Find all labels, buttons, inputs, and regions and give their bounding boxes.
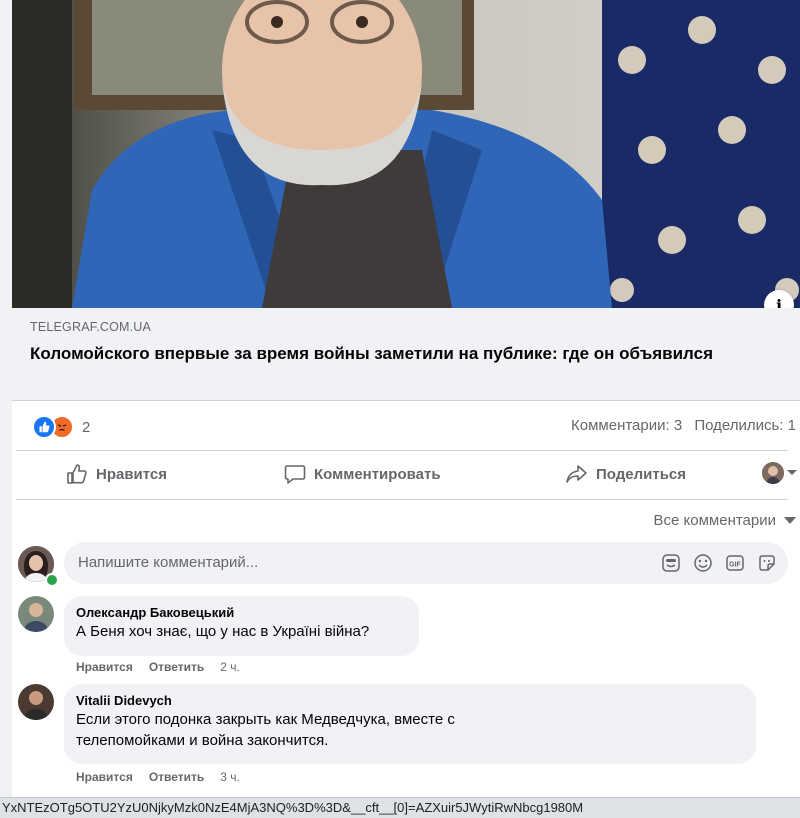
comment-like-button[interactable]: Нравится (76, 660, 133, 674)
comment-text: А Беня хоч знає, що у нас в Україні війн… (76, 623, 370, 640)
comment-button[interactable]: Комментировать (284, 464, 441, 484)
comment-reply-button[interactable]: Ответить (149, 770, 204, 784)
portrait-photo (12, 0, 800, 308)
comment-input[interactable]: Напишите комментарий... GIF (64, 542, 788, 584)
reactions-summary[interactable]: 2 (32, 415, 90, 439)
like-button[interactable]: Нравится (66, 464, 167, 484)
post-action-bar: Нравится Комментировать Поделиться (16, 450, 797, 500)
comment-text-line-2: телепомойками и война закончится. (76, 732, 329, 749)
link-preview-image[interactable] (12, 0, 800, 308)
comment-input-placeholder: Напишите комментарий... (78, 554, 259, 571)
comment-like-button[interactable]: Нравится (76, 770, 133, 784)
link-preview[interactable]: TELEGRAF.COM.UA Коломойского впервые за … (12, 308, 800, 401)
like-icon (32, 415, 56, 439)
comment-meta: Нравится Ответить 2 ч. (76, 660, 240, 674)
composer-tools: GIF (650, 552, 778, 574)
comment-reply-button[interactable]: Ответить (149, 660, 204, 674)
avatar (762, 462, 784, 484)
comment-icon (284, 465, 306, 484)
sticker-icon[interactable] (756, 552, 778, 574)
comment-author[interactable]: Олександр Баковецький (76, 604, 407, 621)
comment-meta: Нравится Ответить 3 ч. (76, 770, 240, 784)
share-icon (566, 465, 587, 483)
comment-button-label: Комментировать (314, 465, 441, 483)
browser-status-bar: YxNTEzOTg5OTU2YzU0NjkyMzk0NzE4MjA3NQ%3D%… (0, 797, 800, 818)
avatar[interactable] (18, 684, 54, 720)
comment-bubble: Vitalii Didevych Если этого подонка закр… (64, 684, 756, 764)
post-stats: 2 Комментарии: 3 Поделились: 1 (12, 412, 800, 440)
comment-composer: Напишите комментарий... GIF (18, 542, 788, 587)
comment-timestamp[interactable]: 2 ч. (220, 660, 240, 674)
share-button[interactable]: Поделиться (566, 464, 686, 484)
react-as-selector[interactable] (762, 462, 798, 484)
emoji-icon[interactable] (692, 552, 714, 574)
link-domain: TELEGRAF.COM.UA (30, 320, 152, 334)
comment-timestamp[interactable]: 3 ч. (220, 770, 240, 784)
comment-author[interactable]: Vitalii Didevych (76, 692, 744, 709)
chevron-down-icon (787, 470, 797, 475)
comment-bubble: Олександр Баковецький А Беня хоч знає, щ… (64, 596, 419, 656)
link-headline[interactable]: Коломойского впервые за время войны заме… (30, 342, 730, 365)
avatar-sticker-icon[interactable] (660, 552, 682, 574)
like-button-label: Нравится (96, 465, 168, 483)
svg-text:GIF: GIF (729, 562, 741, 569)
comments-count-link[interactable]: Комментарии: 3 (571, 417, 682, 434)
comments-shares-stats: Комментарии: 3 Поделились: 1 (563, 417, 796, 434)
shares-count-link[interactable]: Поделились: 1 (694, 417, 796, 434)
thumbs-up-icon (67, 464, 87, 484)
reactions-count: 2 (82, 418, 91, 436)
comments-filter-label: Все комментарии (653, 512, 776, 529)
comment-text-line-1: Если этого подонка закрыть как Медведчук… (76, 711, 455, 728)
share-button-label: Поделиться (596, 465, 687, 483)
avatar[interactable] (18, 596, 54, 632)
comments-filter-dropdown[interactable]: Все комментарии (654, 512, 796, 529)
online-status-dot (45, 573, 59, 587)
chevron-down-icon (784, 517, 796, 524)
status-url: YxNTEzOTg5OTU2YzU0NjkyMzk0NzE4MjA3NQ%3D%… (2, 800, 584, 815)
gif-icon[interactable]: GIF (724, 552, 746, 574)
